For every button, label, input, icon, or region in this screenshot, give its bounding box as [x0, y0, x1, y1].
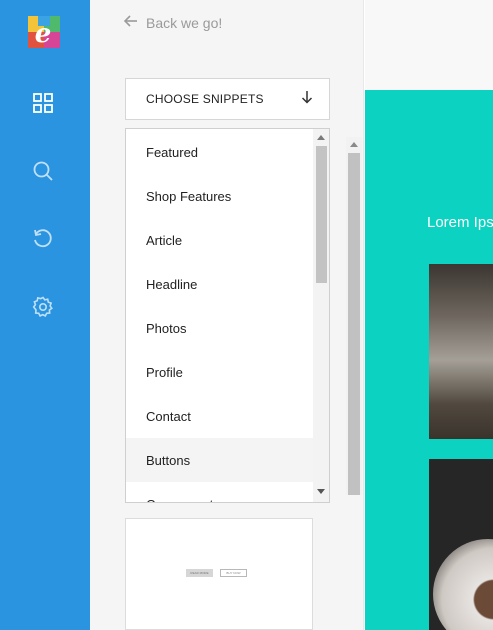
snippet-panel: Back we go! CHOOSE SNIPPETS Featured Sho… [90, 0, 364, 630]
category-item-contact[interactable]: Contact [126, 394, 313, 438]
category-item-components[interactable]: Components [126, 482, 313, 502]
snippet-category-list: Featured Shop Features Article Headline … [125, 128, 330, 503]
icon-sidebar: e [0, 0, 90, 630]
category-item-article[interactable]: Article [126, 218, 313, 262]
history-icon [32, 228, 54, 255]
category-item-featured[interactable]: Featured [126, 130, 313, 174]
history-button[interactable] [27, 225, 59, 257]
canvas-photo-coffee[interactable] [429, 264, 493, 439]
canvas-photo-bowl[interactable] [429, 459, 493, 630]
canvas-heading[interactable]: Lorem Ips [427, 214, 493, 231]
arrow-left-icon [123, 13, 139, 34]
bowl-shape [433, 539, 493, 630]
canvas-top-area [365, 0, 493, 90]
category-item-headline[interactable]: Headline [126, 262, 313, 306]
gear-icon [31, 295, 55, 324]
snippet-preview-buttons[interactable]: READ MORE BUY NOW [125, 518, 313, 630]
search-button[interactable] [27, 157, 59, 189]
logo-letter: e [35, 19, 52, 48]
search-icon [32, 160, 54, 187]
choose-snippets-dropdown[interactable]: CHOOSE SNIPPETS [125, 78, 330, 120]
app-logo[interactable]: e [28, 16, 60, 49]
panel-scrollbar[interactable] [346, 137, 362, 495]
arrow-down-icon [301, 90, 313, 109]
back-link-label: Back we go! [146, 15, 223, 31]
panel-scroll-thumb[interactable] [348, 153, 360, 495]
panel-scroll-up-arrow-icon[interactable] [350, 142, 358, 147]
preview-buy-now-button: BUY NOW [220, 569, 247, 577]
category-item-photos[interactable]: Photos [126, 306, 313, 350]
choose-snippets-label: CHOOSE SNIPPETS [146, 92, 264, 106]
category-item-buttons[interactable]: Buttons [126, 438, 313, 482]
settings-button[interactable] [27, 293, 59, 325]
category-list-scrollbar[interactable] [313, 129, 329, 502]
category-list-scroll-thumb[interactable] [316, 146, 327, 283]
scroll-down-arrow-icon[interactable] [317, 489, 325, 494]
category-item-shop-features[interactable]: Shop Features [126, 174, 313, 218]
back-link[interactable]: Back we go! [123, 13, 222, 33]
scroll-up-arrow-icon[interactable] [317, 135, 325, 140]
page-canvas: Lorem Ips [365, 90, 493, 630]
grid-icon [32, 92, 54, 119]
snippets-button[interactable] [27, 89, 59, 121]
category-item-profile[interactable]: Profile [126, 350, 313, 394]
preview-read-more-button: READ MORE [186, 569, 213, 577]
